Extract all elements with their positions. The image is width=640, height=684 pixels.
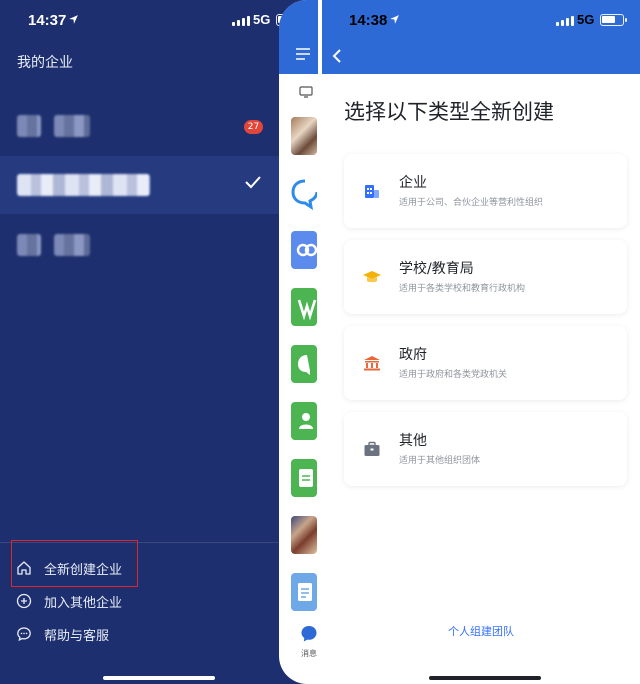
signal-icon <box>556 15 574 26</box>
network-type: 5G <box>577 12 595 27</box>
create-organization-label: 全新创建企业 <box>44 562 123 578</box>
organization-name-redacted <box>54 115 90 137</box>
building-icon <box>365 185 379 198</box>
option-card-school[interactable]: 学校/教育局 适用于各类学校和教育行政机构 <box>344 240 627 314</box>
app-preview-panel[interactable]: 消息 <box>279 0 318 684</box>
message-app-icon <box>291 345 317 383</box>
option-title: 企业 <box>399 175 427 191</box>
location-arrow-icon <box>69 15 78 24</box>
organization-item[interactable] <box>0 108 280 148</box>
avatar-grid-icon <box>291 516 317 554</box>
link-app-icon <box>291 231 318 269</box>
organization-name-redacted <box>17 115 41 137</box>
left-phone-screen: 14:37 5G 我的企业 27 全新创建企业 加入其他企业 帮助与客服 消息 <box>0 0 318 684</box>
create-organization-button[interactable]: 全新创建企业 <box>16 558 122 578</box>
page-heading: 选择以下类型全新创建 <box>344 100 554 124</box>
avatar-grid-icon <box>291 117 317 155</box>
right-phone-screen: 14:38 5G 选择以下类型全新创建 企业 适用于公司、合伙企业等营利性组织 … <box>322 0 640 684</box>
option-title: 政府 <box>399 347 427 363</box>
government-building-icon <box>364 356 380 371</box>
check-icon <box>245 176 261 189</box>
page-title: 我的企业 <box>17 55 73 71</box>
battery-icon <box>600 14 627 26</box>
organization-name-redacted <box>17 174 150 196</box>
organization-name-redacted <box>17 234 41 256</box>
option-card-other[interactable]: 其他 适用于其他组织团体 <box>344 412 627 486</box>
messages-tab-label: 消息 <box>301 649 317 658</box>
messages-tab-icon <box>301 626 317 642</box>
home-indicator <box>103 676 215 680</box>
app-preview-header <box>279 0 318 74</box>
option-card-government[interactable]: 政府 适用于政府和各类党政机关 <box>344 326 627 400</box>
option-title: 学校/教育局 <box>399 261 474 277</box>
unread-badge: 27 <box>244 120 263 134</box>
menu-icon <box>296 48 310 60</box>
help-support-label: 帮助与客服 <box>44 628 110 644</box>
approval-app-icon <box>291 288 317 326</box>
help-support-button[interactable]: 帮助与客服 <box>16 624 109 644</box>
status-bar: 14:37 5G <box>0 0 318 40</box>
option-title: 其他 <box>399 433 427 449</box>
join-organization-button[interactable]: 加入其他企业 <box>16 591 122 611</box>
status-time: 14:38 <box>349 12 388 29</box>
document-app-icon <box>291 573 317 611</box>
briefcase-icon <box>364 441 380 456</box>
join-organization-label: 加入其他企业 <box>44 595 123 611</box>
organization-item-selected[interactable] <box>0 156 280 214</box>
contacts-app-icon <box>291 402 317 440</box>
organization-name-redacted <box>54 234 90 256</box>
option-subtitle: 适用于政府和各类党政机关 <box>399 370 508 380</box>
graduation-cap-icon <box>363 271 381 283</box>
option-subtitle: 适用于各类学校和教育行政机构 <box>399 284 526 294</box>
option-card-enterprise[interactable]: 企业 适用于公司、合伙企业等营利性组织 <box>344 154 627 228</box>
plus-circle-icon <box>16 593 32 609</box>
organization-item[interactable] <box>0 226 280 266</box>
status-time: 14:37 <box>28 12 67 29</box>
option-subtitle: 适用于其他组织团体 <box>399 456 481 466</box>
home-icon <box>17 561 31 575</box>
location-arrow-icon <box>390 15 399 24</box>
chat-bubble-icon <box>17 627 31 642</box>
option-subtitle: 适用于公司、合伙企业等营利性组织 <box>399 198 544 208</box>
personal-team-link[interactable]: 个人组建团队 <box>322 623 640 639</box>
desktop-icon <box>299 86 313 98</box>
network-type: 5G <box>253 12 271 27</box>
home-indicator <box>429 676 541 680</box>
navigation-bar: 14:38 5G <box>322 0 640 74</box>
back-arrow-icon[interactable] <box>331 48 343 64</box>
signal-icon <box>232 15 250 26</box>
form-app-icon <box>291 459 317 497</box>
chat-app-icon <box>291 174 318 212</box>
